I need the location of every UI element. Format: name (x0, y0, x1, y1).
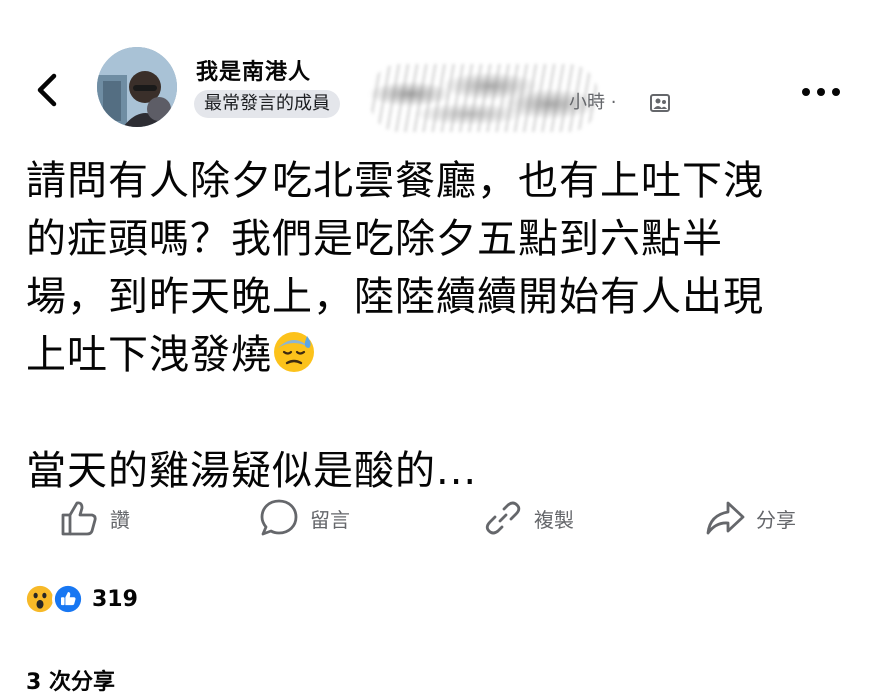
top-contributor-badge: 最常發言的成員 (194, 90, 340, 118)
post-header: 我是南港人 最常發言的成員 小時 · (0, 0, 869, 140)
author-name[interactable]: 我是南港人 (196, 54, 311, 86)
share-count[interactable]: 3 次分享 (26, 664, 115, 696)
downcast-face-with-sweat-emoji (274, 332, 314, 372)
post-time[interactable]: 小時 · (569, 91, 616, 115)
like-label: 讚 (110, 507, 130, 532)
post-line: 場，到昨天晚上，陸陸續續開始有人出現 (26, 274, 764, 320)
more-options-button[interactable] (800, 82, 842, 102)
back-button[interactable] (30, 70, 66, 110)
reaction-count: 319 (92, 586, 138, 612)
comment-bubble-icon (260, 499, 298, 536)
post-line: 上吐下洩發燒 (26, 332, 272, 378)
like-button[interactable]: 讚 (58, 490, 130, 546)
comment-label: 留言 (310, 507, 350, 532)
thumbs-up-icon (61, 501, 97, 536)
reaction-summary[interactable]: 319 (24, 582, 138, 616)
share-arrow-icon (706, 501, 745, 535)
avatar-photo (97, 47, 177, 127)
link-icon (485, 501, 521, 535)
share-button[interactable]: 分享 (704, 490, 796, 546)
post-action-bar: 讚 留言 複製 分享 (0, 490, 869, 546)
comment-button[interactable]: 留言 (258, 490, 350, 546)
copy-label: 複製 (534, 507, 574, 532)
post-body: 請問有人除夕吃北雲餐廳，也有上吐下洩 的症頭嗎？我們是吃除夕五點到六點半 場，到… (26, 152, 846, 500)
post-line: 的症頭嗎？我們是吃除夕五點到六點半 (26, 216, 723, 262)
avatar[interactable] (97, 47, 177, 127)
redaction-smudge (370, 64, 598, 132)
group-members-icon (650, 94, 670, 112)
post-line: 請問有人除夕吃北雲餐廳，也有上吐下洩 (26, 158, 764, 204)
like-reaction-icon (52, 583, 84, 615)
post-line-with-emoji: 上吐下洩發燒 (26, 326, 846, 384)
copy-button[interactable]: 複製 (482, 490, 574, 546)
share-label: 分享 (756, 507, 796, 532)
